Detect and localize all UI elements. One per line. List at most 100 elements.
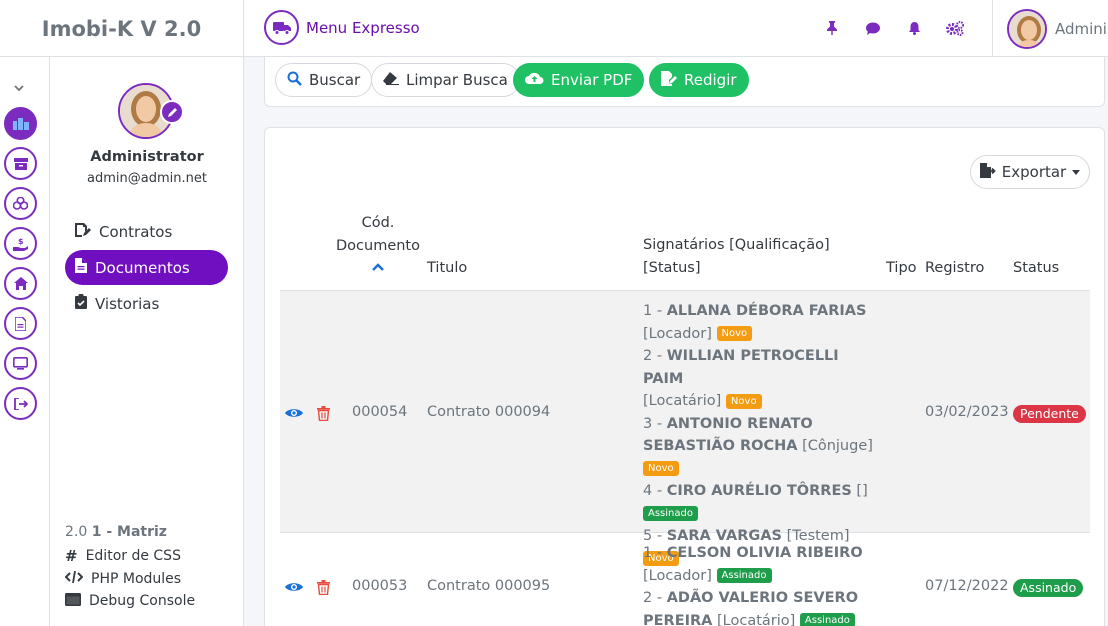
signatario-number: 1 - [643, 545, 667, 561]
signatario-number: 1 - [643, 303, 667, 319]
status-badge: Novo [725, 393, 762, 409]
signatario-item: 4 - CIRO AURÉLIO TÔRRES [] [643, 480, 879, 503]
top-bar: Imobi-K V 2.0 Menu Expresso Administrato… [0, 0, 1108, 57]
header-registro[interactable]: Registro [925, 257, 984, 280]
user-menu[interactable]: Administrator [992, 0, 1108, 57]
status-badge: Novo [716, 326, 753, 341]
status-badge: Pendente [1013, 405, 1086, 423]
coins-icon[interactable] [4, 187, 37, 220]
console-icon [65, 592, 81, 610]
sidebar-item-label: Documentos [95, 258, 190, 277]
signatario-number: 3 - [643, 415, 667, 432]
buildings-icon[interactable] [4, 107, 37, 140]
buscar-button[interactable]: Buscar [275, 63, 373, 97]
file-signature-icon [661, 70, 677, 90]
bell-icon[interactable] [904, 18, 924, 38]
status-badge: Novo [643, 461, 679, 476]
signatario-name-cont: SEBASTIÃO ROCHA [643, 438, 798, 454]
svg-text:$: $ [18, 237, 24, 246]
header-signatarios-line1: Signatários [Qualificação] [643, 237, 830, 253]
header-tipo[interactable]: Tipo [886, 257, 917, 280]
header-signatarios[interactable]: Signatários [Qualificação] [Status] [643, 234, 830, 279]
menu-expresso-button[interactable]: Menu Expresso [264, 10, 420, 45]
sidebar-item-vistorias[interactable]: Vistorias [65, 286, 228, 321]
home-icon[interactable] [4, 267, 37, 300]
menu-expresso-label: Menu Expresso [306, 18, 420, 37]
sidebar: Administrator admin@admin.net Contratos … [50, 57, 244, 626]
edit-profile-icon[interactable] [160, 100, 184, 124]
header-titulo[interactable]: Titulo [427, 257, 467, 280]
user-name: Administrator [1055, 19, 1108, 38]
signatario-name: ADÃO VALERIO SEVERO [666, 590, 859, 606]
sidebar-item-contratos[interactable]: Contratos [65, 214, 228, 249]
header-codigo[interactable]: Cód. Documento [335, 212, 421, 275]
header-signatarios-line2: [Status] [643, 259, 701, 276]
row-titulo[interactable]: Contrato 000095 [427, 578, 550, 594]
signatario-item-cont: SEBASTIÃO ROCHA [Cônjuge] [643, 435, 879, 458]
signatario-qual: Novo [643, 458, 879, 481]
php-modules-label: PHP Modules [91, 570, 182, 587]
limpar-busca-button[interactable]: Limpar Busca [371, 63, 520, 97]
code-icon [64, 570, 84, 587]
signatario-name: CIRO AURÉLIO TÔRRES [666, 483, 852, 499]
sidebar-item-label: Vistorias [95, 294, 160, 313]
hand-money-icon[interactable]: $ [4, 227, 37, 260]
signatario-item: 2 - ADÃO VALERIO SEVERO [643, 587, 879, 610]
signatario-qualificacao: [] [856, 483, 868, 499]
eye-icon[interactable] [285, 404, 303, 422]
chat-icon[interactable] [863, 18, 883, 38]
header-codigo-line1: Cód. [361, 215, 395, 231]
row-codigo: 000054 [352, 404, 408, 420]
php-modules-link[interactable]: PHP Modules [64, 568, 195, 591]
signatario-number: 4 - [643, 483, 667, 499]
row-titulo[interactable]: Contrato 000094 [427, 404, 550, 420]
contract-edit-icon [75, 222, 91, 241]
chevron-down-icon[interactable] [13, 77, 27, 92]
profile-name: Administrator [90, 149, 204, 165]
signatario-number: 2 - [643, 590, 667, 606]
monitor-icon[interactable] [4, 347, 37, 380]
enviar-pdf-button[interactable]: Enviar PDF [513, 63, 645, 97]
signatarios-list: 1 - ALLANA DÉBORA FARIAS [Locador] Novo … [643, 300, 879, 570]
exportar-dropdown[interactable]: Exportar [970, 155, 1090, 189]
signatario-item-cont: PEREIRA [Locatário] Assinado [643, 610, 879, 626]
sign-out-icon[interactable] [4, 387, 37, 420]
document-icon[interactable] [4, 307, 37, 340]
search-icon [287, 71, 302, 90]
archive-icon[interactable] [4, 147, 37, 180]
trash-icon[interactable] [314, 404, 332, 422]
sidebar-item-documentos[interactable]: Documentos [65, 250, 228, 285]
mini-sidebar: $ [0, 57, 50, 626]
signatario-name-cont: PEREIRA [643, 612, 713, 626]
header-status[interactable]: Status [1013, 257, 1059, 280]
pin-icon[interactable] [822, 18, 842, 38]
settings-icon[interactable] [945, 18, 965, 38]
enviar-pdf-label: Enviar PDF [551, 71, 633, 89]
sidebar-footer: 2.0 1 - Matriz # Editor de CSS PHP Modul… [64, 524, 195, 613]
status-badge: Assinado [799, 613, 855, 626]
signatario-qualificacao: [Locador] [643, 567, 712, 584]
branch-name: 1 - Matriz [91, 524, 167, 540]
row-registro: 07/12/2022 [925, 578, 1009, 594]
file-icon [75, 258, 87, 277]
cloud-upload-icon [525, 71, 544, 89]
signatario-qual: [Locatário] Novo [643, 390, 879, 413]
exportar-label: Exportar [1001, 163, 1067, 181]
avatar [1007, 8, 1047, 49]
signatario-qual: [Locador] Novo [643, 323, 879, 346]
documents-card: Exportar Cód. Documento Titulo Signatári… [264, 127, 1105, 626]
sidebar-item-label: Contratos [99, 222, 173, 241]
signatario-name: CELSON OLIVIA RIBEIRO [666, 545, 863, 561]
trash-icon[interactable] [314, 578, 332, 596]
status-badge: Assinado [1013, 579, 1084, 597]
eye-icon[interactable] [285, 578, 303, 596]
status-badge: Assinado [716, 568, 772, 583]
redigir-button[interactable]: Redigir [649, 63, 749, 97]
debug-console-link[interactable]: Debug Console [65, 590, 195, 613]
editor-css-link[interactable]: # Editor de CSS [65, 545, 195, 568]
buscar-label: Buscar [309, 71, 361, 89]
app-title[interactable]: Imobi-K V 2.0 [0, 0, 244, 57]
version-number: 2.0 [65, 524, 88, 540]
signatario-qual: Assinado [643, 503, 879, 526]
sort-up-icon[interactable] [335, 257, 421, 275]
